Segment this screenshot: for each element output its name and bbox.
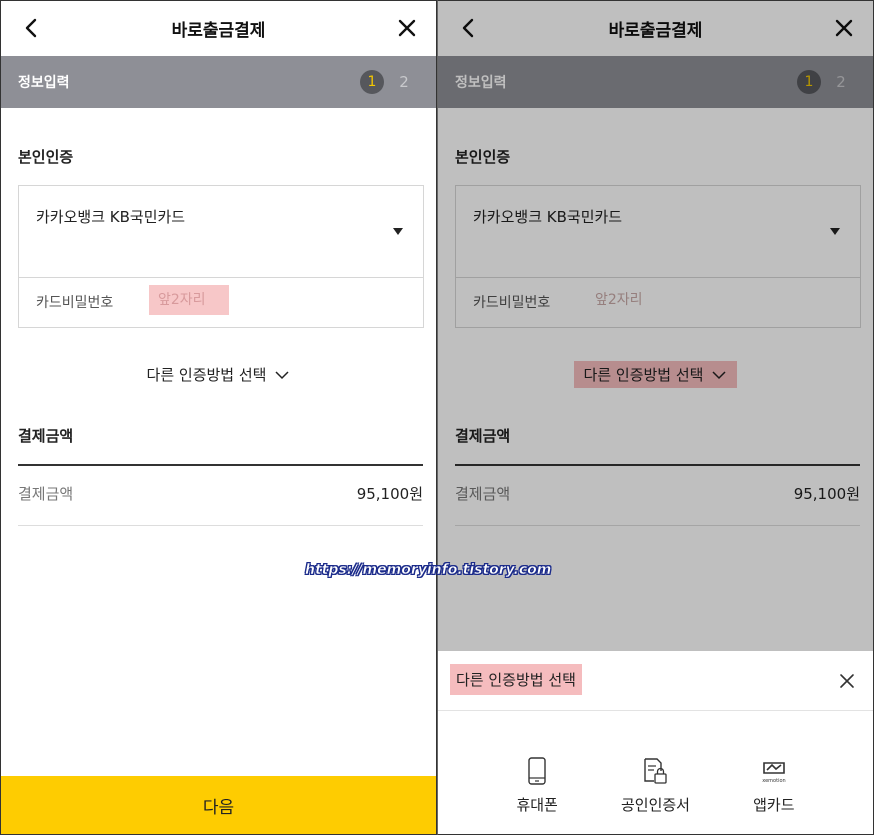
left-screen: 바로출금결제 정보입력 1 2 본인인증 카카오뱅크 KB국민카드 카드비밀번호… [0, 0, 437, 835]
bottom-sheet: 다른 인증방법 선택 휴대폰 공인인증서 xemotion 앱카드 [438, 651, 873, 834]
method-label: 공인인증서 [620, 796, 690, 814]
method-phone[interactable]: 휴대폰 [487, 756, 587, 815]
card-box: 카카오뱅크 KB국민카드 카드비밀번호 [18, 185, 424, 328]
header: 바로출금결제 [438, 1, 873, 56]
card-select-value[interactable]: 카카오뱅크 KB국민카드 [36, 206, 185, 227]
card-password-label: 카드비밀번호 [473, 295, 551, 311]
dropdown-caret-icon[interactable] [393, 228, 403, 235]
amount-section-title: 결제금액 [18, 427, 74, 445]
step-indicator-2: 2 [836, 73, 846, 91]
card-select-value[interactable]: 카카오뱅크 KB국민카드 [473, 206, 622, 227]
back-arrow-icon[interactable] [456, 15, 482, 41]
header: 바로출금결제 [1, 1, 436, 56]
certificate-icon [640, 756, 670, 786]
next-button[interactable]: 다음 [1, 776, 436, 834]
page-title: 바로출금결제 [171, 21, 266, 41]
alt-method-label: 다른 인증방법 선택 [146, 366, 267, 384]
alt-method-button[interactable]: 다른 인증방법 선택 [573, 361, 738, 388]
chevron-down-icon [712, 370, 726, 379]
amount-bottom-divider [455, 525, 860, 526]
page-title: 바로출금결제 [608, 21, 703, 41]
card-password-label: 카드비밀번호 [36, 295, 114, 311]
amount-label: 결제금액 [455, 485, 511, 503]
amount-bottom-divider [18, 525, 423, 526]
method-label: 휴대폰 [516, 796, 558, 814]
amount-row: 결제금액 95,100원 [18, 483, 423, 504]
step-bar: 정보입력 1 2 [1, 56, 436, 108]
back-arrow-icon[interactable] [19, 15, 45, 41]
close-icon[interactable] [831, 15, 857, 41]
phone-icon [522, 756, 552, 786]
appcard-icon: xemotion [759, 756, 789, 786]
alt-method-label: 다른 인증방법 선택 [583, 366, 704, 384]
amount-row: 결제금액 95,100원 [455, 483, 860, 504]
alt-method-button[interactable]: 다른 인증방법 선택 [137, 361, 301, 388]
step-indicator-1: 1 [797, 70, 821, 94]
method-label: 앱카드 [753, 796, 795, 814]
method-certificate[interactable]: 공인인증서 [605, 756, 705, 815]
divider [456, 277, 860, 278]
identity-section-title: 본인인증 [18, 148, 74, 166]
step-indicator-1: 1 [360, 70, 384, 94]
alt-method-link: 다른 인증방법 선택 [1, 361, 436, 388]
card-box: 카카오뱅크 KB국민카드 카드비밀번호 [455, 185, 861, 328]
amount-divider [18, 464, 423, 466]
step-indicator-2: 2 [399, 73, 409, 91]
step-bar: 정보입력 1 2 [438, 56, 873, 108]
identity-section-title: 본인인증 [455, 148, 511, 166]
amount-label: 결제금액 [18, 485, 74, 503]
amount-section-title: 결제금액 [455, 427, 511, 445]
step-label: 정보입력 [455, 75, 507, 91]
chevron-down-icon [275, 370, 289, 379]
appcard-brand-text: xemotion [762, 778, 785, 784]
sheet-title: 다른 인증방법 선택 [450, 664, 582, 695]
right-screen: 바로출금결제 정보입력 1 2 본인인증 카카오뱅크 KB국민카드 카드비밀번호… [437, 0, 874, 835]
amount-value: 95,100원 [356, 485, 423, 503]
divider [19, 277, 423, 278]
close-icon[interactable] [837, 671, 857, 691]
close-icon[interactable] [394, 15, 420, 41]
amount-value: 95,100원 [793, 485, 860, 503]
sheet-header: 다른 인증방법 선택 [438, 651, 873, 711]
card-password-input[interactable] [586, 285, 666, 315]
amount-divider [455, 464, 860, 466]
method-list: 휴대폰 공인인증서 xemotion 앱카드 [438, 756, 873, 815]
dropdown-caret-icon[interactable] [830, 228, 840, 235]
watermark-text: https://memoryinfo.tistory.com [305, 562, 552, 579]
alt-method-link: 다른 인증방법 선택 [438, 361, 873, 388]
card-password-input[interactable] [149, 285, 229, 315]
step-label: 정보입력 [18, 75, 70, 91]
method-appcard[interactable]: xemotion 앱카드 [724, 756, 824, 815]
